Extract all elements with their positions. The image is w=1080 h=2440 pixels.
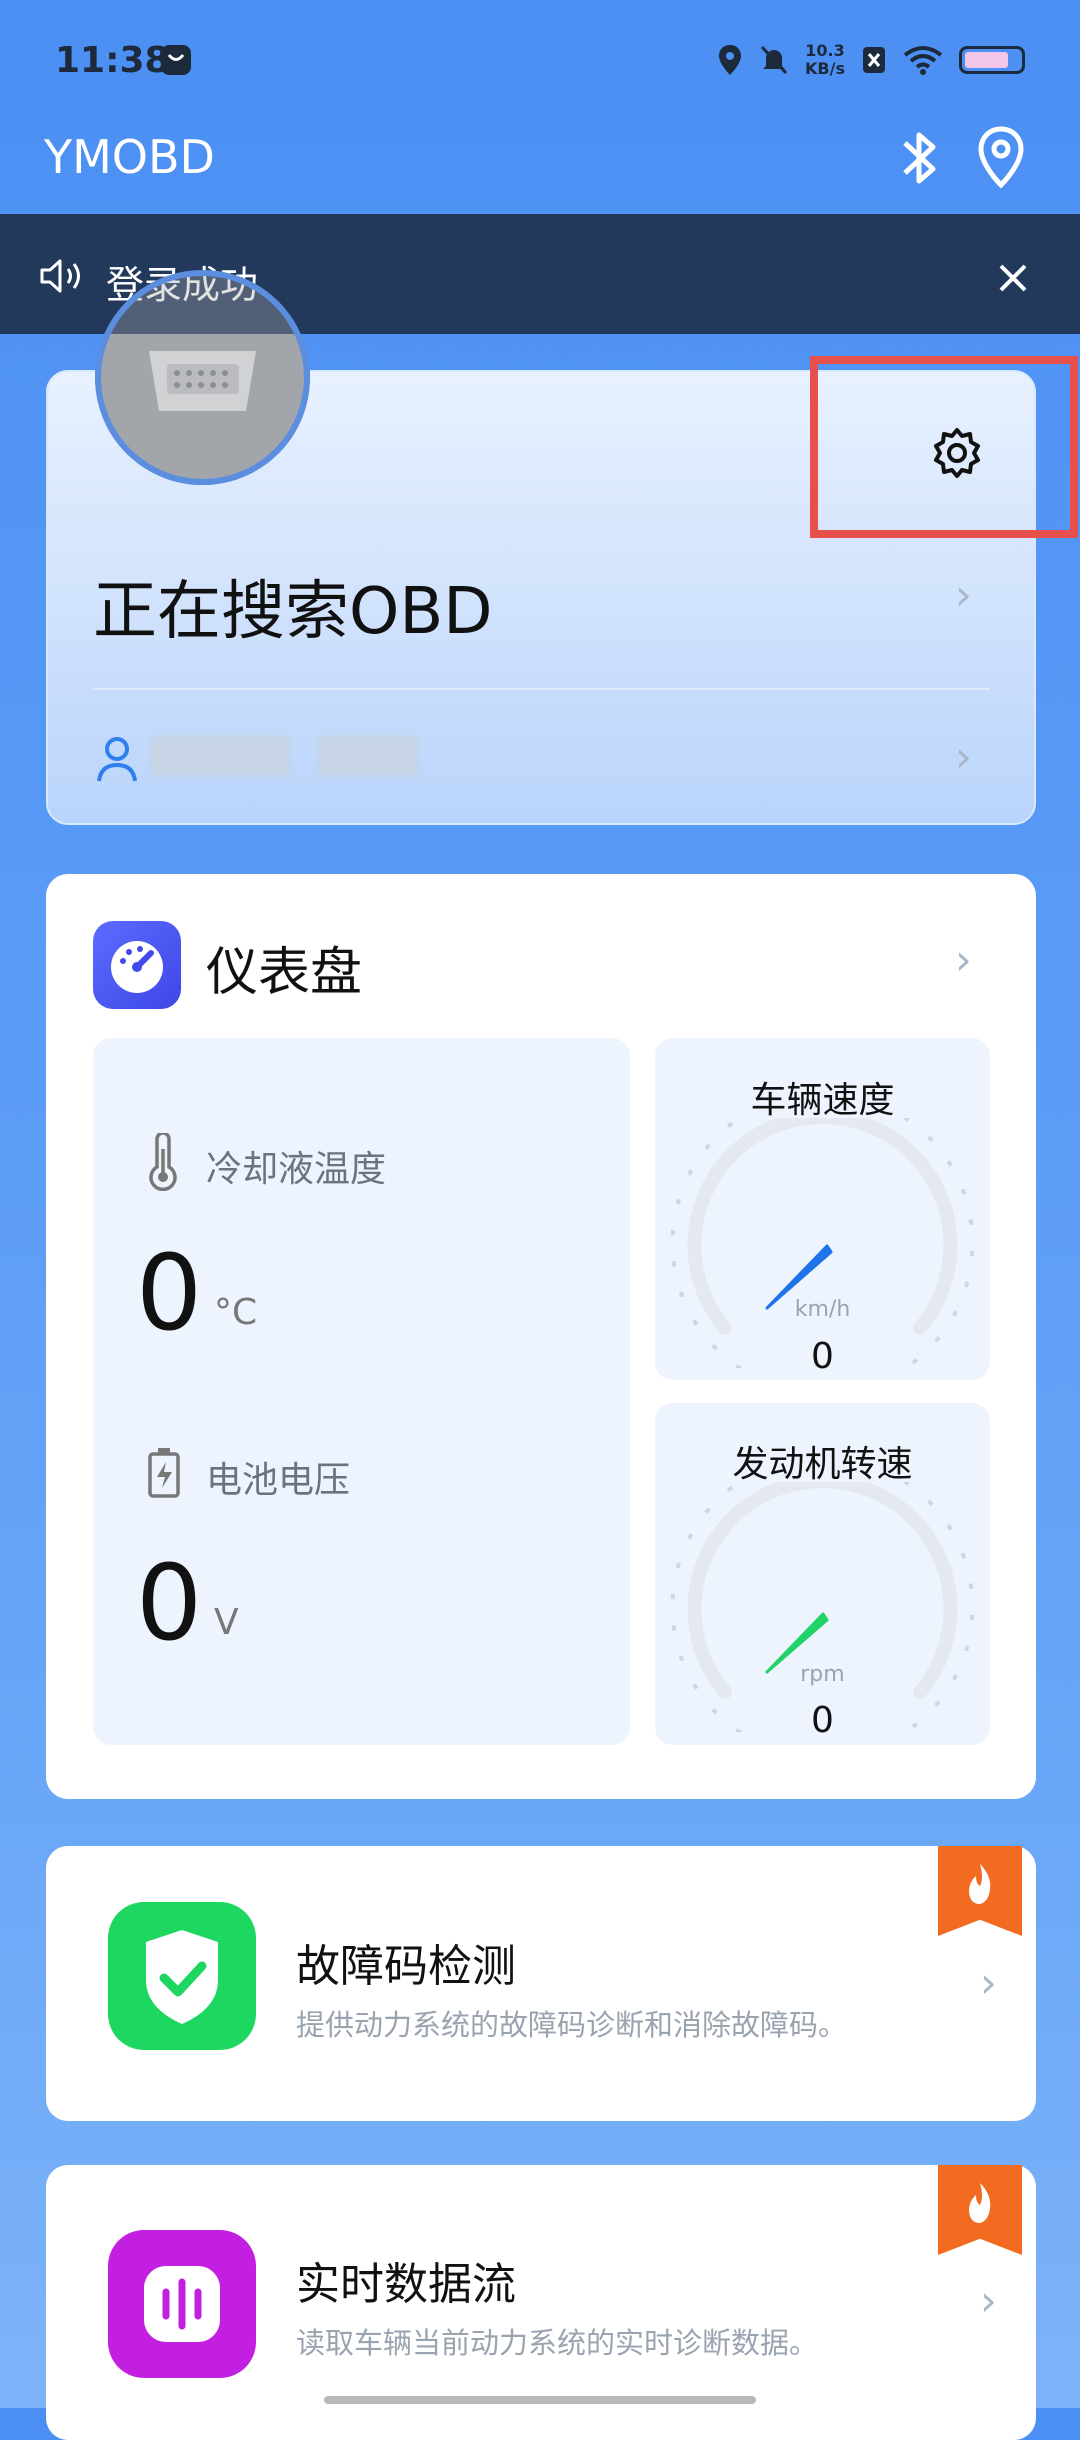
engine-rpm-value: 0 [811, 1700, 834, 1741]
vehicle-speed-title: 车辆速度 [750, 1080, 895, 1121]
wifi-icon [903, 46, 943, 75]
user-icon [95, 735, 139, 787]
battery-voltage-unit: V [214, 1602, 239, 1643]
coolant-temp-label: 冷却液温度 [206, 1149, 387, 1190]
status-time: 11:38 [55, 40, 170, 81]
engine-rpm-gauge [670, 1482, 975, 1732]
thermometer-icon [142, 1131, 184, 1195]
live-data-icon [106, 2228, 258, 2384]
location-pin-icon[interactable] [975, 125, 1027, 195]
battery-voltage-icon [144, 1446, 184, 1504]
shield-check-icon [106, 1900, 258, 2056]
vehicle-speed-gauge [670, 1118, 975, 1368]
location-status-icon [719, 45, 742, 75]
live-data-desc: 读取车辆当前动力系统的实时诊断数据。 [296, 2326, 819, 2360]
battery-voltage-label: 电池电压 [206, 1460, 351, 1501]
home-indicator[interactable] [324, 2396, 756, 2404]
device-status-text: 正在搜索OBD [93, 575, 493, 649]
fault-code-chevron-icon[interactable]: › [980, 1958, 997, 2007]
blurred-username-part [318, 736, 418, 776]
vehicle-speed-value: 0 [811, 1336, 834, 1377]
battery-icon [959, 46, 1025, 74]
fault-code-desc: 提供动力系统的故障码诊断和消除故障码。 [296, 2008, 848, 2042]
fault-code-title: 故障码检测 [296, 1941, 516, 1992]
obd-avatar-overlay [95, 270, 310, 485]
engine-rpm-title: 发动机转速 [732, 1444, 913, 1485]
sim-off-icon [863, 47, 885, 73]
speedometer-icon [93, 921, 181, 1009]
engine-rpm-unit: rpm [800, 1662, 845, 1687]
dashboard-chevron-icon[interactable]: › [955, 935, 972, 984]
divider [93, 688, 990, 690]
close-icon[interactable] [995, 260, 1031, 300]
live-data-chevron-icon[interactable]: › [980, 2276, 997, 2325]
app-title: YMOBD [44, 130, 215, 184]
mute-bell-icon [760, 45, 788, 75]
speaker-icon [38, 256, 88, 300]
user-chevron-icon[interactable]: › [955, 732, 972, 781]
device-status-chevron-icon[interactable]: › [955, 570, 972, 619]
status-icons: 10.3 KB/s [717, 42, 1025, 78]
settings-gear-icon[interactable] [928, 424, 986, 486]
vehicle-speed-unit: km/h [794, 1297, 851, 1322]
bluetooth-icon[interactable] [895, 125, 945, 195]
blurred-username [150, 736, 290, 776]
coolant-temp-value: 0 [136, 1232, 203, 1354]
live-data-title: 实时数据流 [296, 2259, 516, 2310]
battery-voltage-value: 0 [136, 1542, 203, 1664]
dashboard-title: 仪表盘 [206, 943, 363, 1003]
coolant-temp-unit: °C [214, 1292, 258, 1333]
notification-app-icon [160, 44, 192, 80]
network-speed: 10.3 KB/s [805, 41, 845, 78]
